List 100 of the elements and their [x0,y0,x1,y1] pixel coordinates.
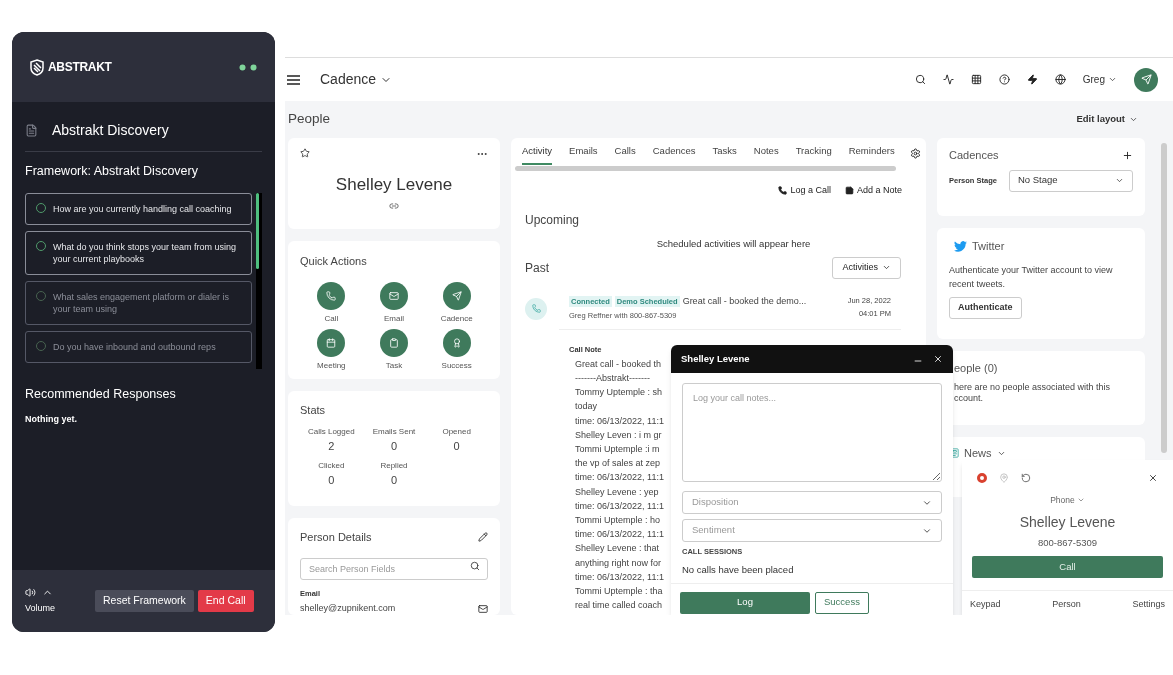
empty-message: Nothing yet. [25,412,78,426]
bolt-icon[interactable] [1026,74,1038,85]
shield-logo-icon [30,58,44,76]
tab[interactable]: Calls [614,143,636,165]
note-line: time: 06/13/2022, 11:1 [575,499,664,513]
note-line: time: 06/13/2022, 11:1 [575,570,664,584]
question-item[interactable]: How are you currently handling call coaching [25,192,252,225]
tab[interactable]: Cadences [652,143,696,165]
award-icon [442,328,471,357]
call-notes-field[interactable]: Log your call notes... [682,383,942,482]
end-call-button[interactable]: End Call [197,590,254,612]
tab[interactable]: Tracking [795,143,832,165]
search-icon[interactable] [914,74,926,85]
link-icon[interactable] [389,200,399,211]
stat-value: 0 [390,473,398,488]
tab[interactable]: Reminders [848,143,895,165]
nav-tab[interactable]: Person [1052,598,1081,612]
note-line: Great call - booked th [575,357,662,371]
search-icon[interactable] [470,560,480,571]
quick-action-button[interactable]: Task [362,328,426,372]
authenticate-button[interactable]: Authenticate [949,296,1022,319]
document-icon [25,124,38,137]
pencil-icon[interactable] [478,532,488,543]
nav-tab[interactable]: Settings [1132,598,1165,612]
stat-label: Calls Logged [307,425,355,438]
edit-layout-button[interactable]: Edit layout [1076,112,1138,127]
app-switcher[interactable]: Cadence [320,69,393,90]
line-dropdown[interactable]: Phone [1050,494,1085,507]
horizontal-scrollbar[interactable] [515,166,896,171]
quick-action-button[interactable]: Cadence [425,281,488,325]
calendar-icon [317,328,346,357]
person-name: Shelley Levene [334,174,454,196]
quick-action-button[interactable]: Success [425,328,488,372]
plus-icon[interactable] [1122,149,1133,161]
quick-action-button[interactable]: Meeting [300,328,363,372]
contact-name: Shelley Levene [1018,512,1117,532]
add-note-button[interactable]: Add a Note [844,184,902,198]
activities-dropdown[interactable]: Activities [832,256,901,279]
close-icon[interactable] [933,354,943,364]
chevron-down-icon [1108,75,1117,84]
call-button[interactable]: Call [972,556,1163,578]
stat-value: 0 [453,438,460,454]
phone-icon [317,281,346,310]
menu-icon[interactable] [287,74,300,85]
stat-value: 0 [328,473,335,488]
phone-icon [525,297,547,320]
question-item[interactable]: What do you think stops your team from using your current playbooks [25,230,252,275]
globe-icon[interactable] [1054,74,1066,85]
tab[interactable]: Tasks [712,143,737,165]
section-heading: Past [525,259,549,277]
phone-icon [778,186,788,196]
send-icon [442,281,471,310]
search-field[interactable]: Search Person Fields [300,557,488,580]
quick-action-button[interactable]: Email [362,281,426,325]
success-button[interactable]: Success [815,591,869,614]
record-icon[interactable] [977,473,987,483]
nav-tab[interactable]: Keypad [970,598,1001,612]
chevron-down-icon [1115,176,1124,185]
tab[interactable]: Emails [569,143,598,165]
mail-icon[interactable] [478,603,488,614]
mail-icon [380,281,408,310]
note-line: Tommy Uptemple : sh [575,386,663,400]
card-description: ccount. [954,392,985,404]
note-line: time: 06/13/2022, 11:1 [575,414,664,428]
log-call-button[interactable]: Log a Call [778,184,831,198]
undo-icon[interactable] [1021,473,1031,483]
stat-value: 0 [390,438,398,454]
dialog-title: Shelley Levene [681,351,750,366]
quick-action-button[interactable]: Call [300,281,363,325]
question-text: Do you have inbound and outbound reps [53,340,216,353]
note-line: Shelley Leven : i m gr [575,428,662,442]
card-title: Twitter [972,239,1005,254]
scrollbar[interactable] [256,192,262,369]
rocket-avatar-icon[interactable] [1134,67,1158,92]
tab[interactable]: Notes [753,143,779,165]
settings-icon[interactable] [910,148,921,159]
note-line: Tommi Uptemple : ho [575,514,661,527]
note-line: today [575,400,598,414]
stat-label: Clicked [318,460,345,472]
reset-button[interactable]: Reset Framework [95,590,194,612]
status-dots-icon [239,63,257,71]
note-line: time: 06/13/2022, 11:1 [575,528,664,542]
speaker-icon[interactable] [25,586,36,598]
page-title: People [288,110,331,129]
close-icon[interactable] [1148,473,1158,483]
stage-dropdown[interactable]: No Stage [1008,169,1133,192]
phone-number: 800-867-5309 [1036,535,1099,550]
card-title: Quick Actions [300,254,368,269]
card-title: Stats [300,403,327,418]
pulse-icon[interactable] [942,74,954,85]
star-icon[interactable] [300,148,310,158]
stat-label: Replied [380,460,408,472]
user-menu[interactable]: Greg [1082,72,1117,87]
question-text: How are you currently handling call coaching [53,202,232,215]
help-icon[interactable] [998,74,1010,85]
note-line: Shelley Levene : yep [575,485,659,499]
vertical-scrollbar[interactable] [1161,143,1167,453]
grid-icon[interactable] [970,74,982,85]
card-description: Authenticate your Twitter account to view recent tweets. [949,263,1114,291]
log-button[interactable]: Log [680,591,810,614]
